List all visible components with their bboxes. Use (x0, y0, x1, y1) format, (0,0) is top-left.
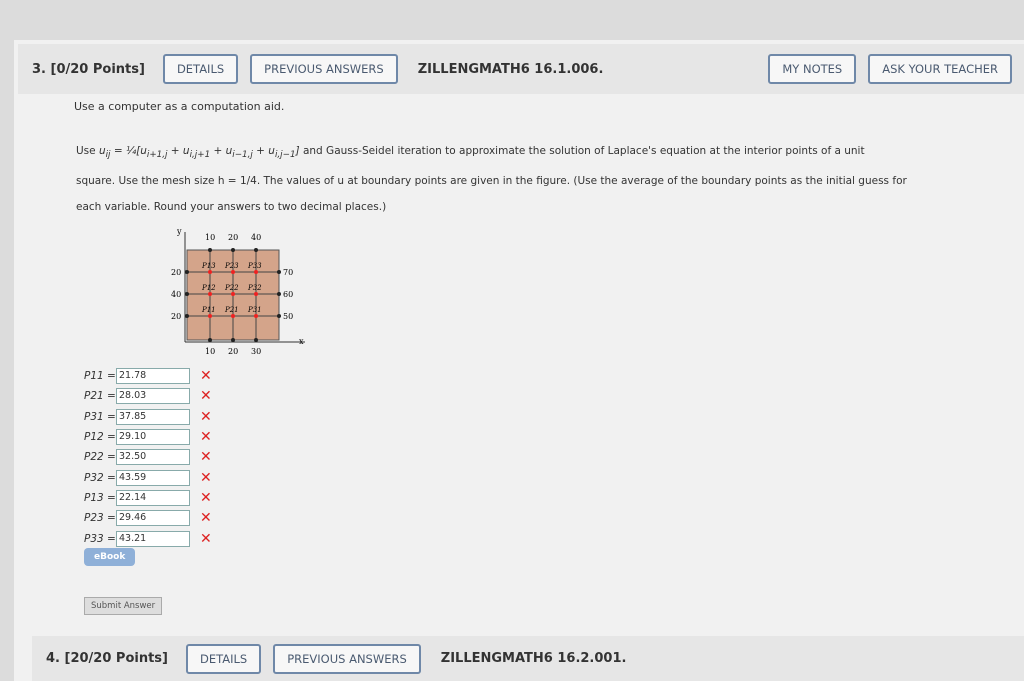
top-value: 20 (228, 233, 238, 242)
bottom-value: 10 (205, 347, 215, 356)
question-number: 3. [0/20 Points] (32, 61, 145, 77)
point-label: P32 (247, 284, 262, 292)
boundary-point (231, 338, 235, 342)
incorrect-icon: ✕ (200, 429, 212, 446)
question-4-header: 4. [20/20 Points] DETAILS PREVIOUS ANSWE… (32, 636, 1024, 681)
answer-input[interactable]: 43.59 (116, 469, 190, 486)
boundary-point (208, 248, 212, 252)
interior-point (231, 270, 235, 274)
problem-text: Use uij = ¼[ui+1,j + ui,j+1 + ui−1,j + u… (76, 145, 907, 214)
top-value: 10 (205, 233, 215, 242)
previous-answers-button[interactable]: PREVIOUS ANSWERS (250, 54, 398, 84)
point-label: P22 (224, 284, 239, 292)
boundary-point (208, 338, 212, 342)
my-notes-button[interactable]: MY NOTES (768, 54, 857, 84)
answer-label: P23 = (84, 512, 116, 525)
answer-label: P33 = (84, 532, 116, 545)
answers: P11 = 21.78 ✕ P21 = 28.03 ✕ P31 = 37.85 ✕ P12 = 29… (84, 366, 212, 549)
boundary-point (185, 270, 189, 274)
point-label: P12 (201, 284, 216, 292)
right-value: 60 (283, 290, 293, 299)
previous-answers-button[interactable]: PREVIOUS ANSWERS (273, 643, 421, 674)
left-value: 40 (171, 290, 181, 299)
answer-row: P32 = 43.59 ✕ (84, 467, 212, 487)
incorrect-icon: ✕ (200, 510, 212, 527)
submit-answer-button[interactable]: Submit Answer (84, 597, 163, 615)
question-code: ZILLENGMATH6 16.1.006. (417, 61, 604, 77)
answer-label: P11 = (84, 370, 116, 383)
bottom-value: 20 (228, 347, 238, 356)
answer-row: P31 = 37.85 ✕ (84, 407, 212, 427)
answer-label: P12 = (84, 431, 116, 444)
answer-input[interactable]: 21.78 (116, 368, 190, 385)
boundary-point (254, 338, 258, 342)
boundary-point (277, 270, 281, 274)
answer-input[interactable]: 37.85 (116, 408, 190, 425)
point-label: P23 (224, 262, 239, 270)
boundary-point (277, 314, 281, 318)
formula: uij = ¼[ui+1,j + ui,j+1 + ui−1,j + ui,j−… (98, 145, 300, 161)
ebook-button[interactable]: eBook (84, 548, 136, 566)
point-label: P21 (224, 306, 239, 314)
boundary-point (254, 248, 258, 252)
question-3-header: 3. [0/20 Points] DETAILS PREVIOUS ANSWER… (18, 44, 1024, 94)
answer-row: P23 = 29.46 ✕ (84, 508, 212, 528)
answer-input[interactable]: 22.14 (116, 489, 190, 506)
answer-row: P12 = 29.10 ✕ (84, 427, 212, 447)
interior-point (231, 314, 235, 318)
y-axis-label: y (176, 227, 182, 236)
boundary-point (185, 314, 189, 318)
answer-row: P33 = 43.21 ✕ (84, 528, 212, 548)
incorrect-icon: ✕ (200, 388, 212, 405)
interior-point (208, 292, 212, 296)
incorrect-icon: ✕ (200, 530, 212, 547)
interior-point (254, 270, 258, 274)
right-value: 50 (283, 312, 293, 321)
incorrect-icon: ✕ (200, 449, 212, 466)
incorrect-icon: ✕ (200, 469, 212, 486)
top-value: 40 (251, 233, 261, 242)
ask-teacher-button[interactable]: ASK YOUR TEACHER (868, 54, 1012, 84)
boundary-point (277, 292, 281, 296)
answer-label: P21 = (84, 390, 116, 403)
point-label: P11 (201, 306, 216, 314)
boundary-point (231, 248, 235, 252)
answer-row: P21 = 28.03 ✕ (84, 386, 212, 406)
point-label: P33 (247, 262, 262, 270)
interior-point (208, 270, 212, 274)
incorrect-icon: ✕ (200, 368, 212, 385)
question-code: ZILLENGMATH6 16.2.001. (440, 651, 627, 666)
answer-row: P13 = 22.14 ✕ (84, 488, 212, 508)
answer-row: P22 = 32.50 ✕ (84, 447, 212, 467)
answer-input[interactable]: 29.10 (116, 429, 190, 446)
bottom-value: 30 (251, 347, 261, 356)
answer-label: P13 = (84, 491, 116, 504)
answer-input[interactable]: 28.03 (116, 388, 190, 405)
answer-input[interactable]: 29.46 (116, 510, 190, 527)
answer-input[interactable]: 43.21 (116, 530, 190, 547)
details-button[interactable]: DETAILS (185, 643, 262, 674)
point-label: P13 (201, 262, 216, 270)
left-value: 20 (171, 312, 181, 321)
interior-point (208, 314, 212, 318)
interior-point (231, 292, 235, 296)
interior-point (254, 314, 258, 318)
details-button[interactable]: DETAILS (162, 54, 239, 84)
answer-label: P32 = (84, 471, 116, 484)
mesh-figure: y x 10 10 20 20 40 30 20 70 40 60 20 50 P13 P23 P33 P12… (171, 227, 305, 356)
incorrect-icon: ✕ (200, 489, 212, 506)
intro-text: Use a computer as a computation aid. (74, 100, 285, 113)
right-value: 70 (283, 268, 293, 277)
point-label: P31 (247, 306, 262, 314)
left-value: 20 (171, 268, 181, 277)
boundary-point (185, 292, 189, 296)
answer-label: P22 = (84, 451, 116, 464)
interior-point (254, 292, 258, 296)
question-number: 4. [20/20 Points] (46, 651, 168, 666)
x-axis-label: x (299, 337, 304, 346)
answer-row: P11 = 21.78 ✕ (84, 366, 212, 386)
incorrect-icon: ✕ (200, 408, 212, 425)
answer-label: P31 = (84, 410, 116, 423)
answer-input[interactable]: 32.50 (116, 449, 190, 466)
